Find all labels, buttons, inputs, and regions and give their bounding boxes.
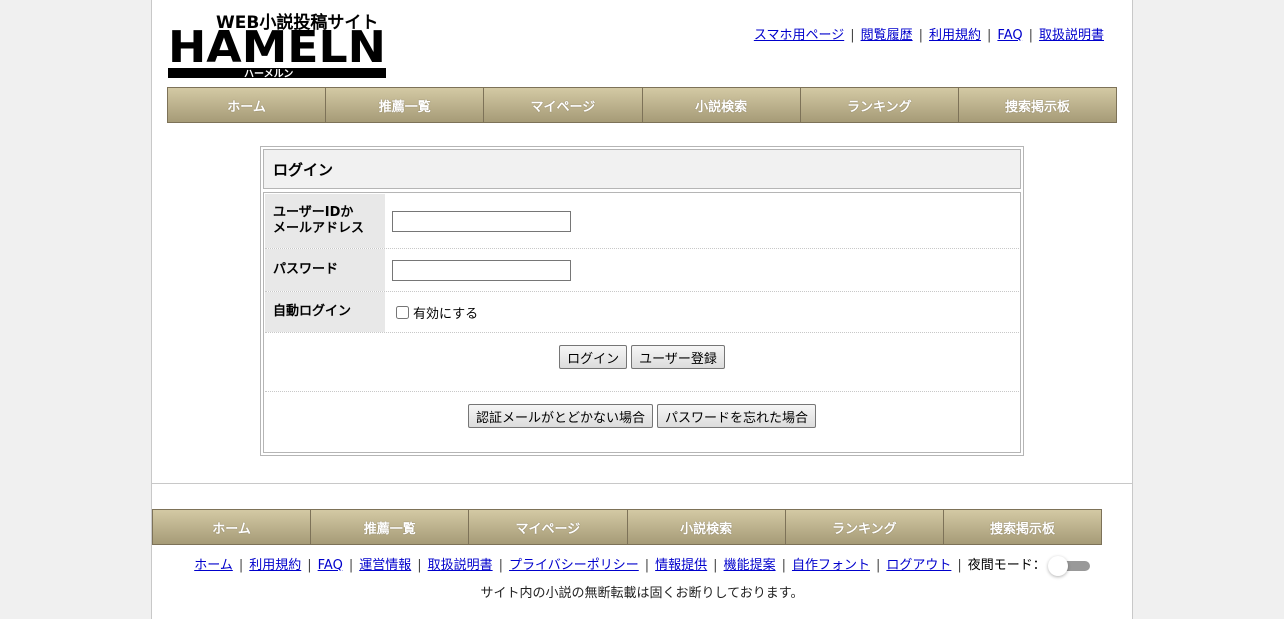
- footer-nav-mypage[interactable]: マイページ: [469, 510, 628, 544]
- main-nav-top: ホーム 推薦一覧 マイページ 小説検索 ランキング 捜索掲示板: [167, 87, 1117, 123]
- login-panel: ログイン ユーザーIDか メールアドレス パスワード 自動ログイン 有効にする …: [260, 146, 1024, 456]
- footer-link-manual[interactable]: 取扱説明書: [428, 558, 493, 573]
- footer-link-operations[interactable]: 運営情報: [359, 558, 411, 573]
- auto-login-row: 自動ログイン 有効にする: [265, 292, 1019, 333]
- nav-search-board[interactable]: 捜索掲示板: [958, 88, 1117, 122]
- nav-mypage[interactable]: マイページ: [484, 88, 643, 122]
- top-link-terms[interactable]: 利用規約: [929, 28, 981, 43]
- footer-nav-recommendations[interactable]: 推薦一覧: [311, 510, 470, 544]
- help-buttons-row: 認証メールがとどかない場合 パスワードを忘れた場合: [265, 392, 1019, 451]
- nav-ranking[interactable]: ランキング: [800, 88, 959, 122]
- top-link-history[interactable]: 閲覧履歴: [861, 28, 913, 43]
- footer-link-home[interactable]: ホーム: [194, 558, 233, 573]
- copyright-notice: サイト内の小説の無断転載は固くお断りしております。: [480, 586, 804, 601]
- footer-link-privacy[interactable]: プライバシーポリシー: [509, 558, 639, 573]
- no-auth-mail-button[interactable]: 認証メールがとどかない場合: [467, 404, 653, 428]
- footer-link-info[interactable]: 情報提供: [655, 558, 707, 573]
- forgot-password-button[interactable]: パスワードを忘れた場合: [657, 404, 817, 428]
- night-mode-toggle[interactable]: [1047, 555, 1090, 576]
- footer-link-logout[interactable]: ログアウト: [886, 558, 951, 573]
- svg-text:ハーメルン: ハーメルン: [244, 68, 293, 80]
- footer-nav-novel-search[interactable]: 小説検索: [627, 510, 786, 544]
- toggle-knob: [1047, 555, 1068, 576]
- footer-nav-ranking[interactable]: ランキング: [785, 510, 944, 544]
- page-container: WEB小説投稿サイト HAMELN ハーメルン スマホ用ページ | 閲覧履歴 | 利用規…: [151, 0, 1133, 619]
- register-button[interactable]: ユーザー登録: [631, 345, 725, 369]
- auto-login-checkbox[interactable]: [396, 305, 409, 319]
- top-link-faq[interactable]: FAQ: [997, 28, 1022, 43]
- footer-link-faq[interactable]: FAQ: [318, 558, 343, 573]
- password-row: パスワード: [265, 249, 1019, 292]
- footer-nav-search-board[interactable]: 捜索掲示板: [943, 510, 1102, 544]
- nav-novel-search[interactable]: 小説検索: [642, 88, 801, 122]
- login-form: ユーザーIDか メールアドレス パスワード 自動ログイン 有効にする ログイン …: [263, 192, 1021, 453]
- footer-nav-home[interactable]: ホーム: [153, 510, 312, 544]
- user-id-label: ユーザーIDか メールアドレス: [265, 194, 385, 248]
- password-input[interactable]: [392, 259, 571, 281]
- svg-text:HAMELN: HAMELN: [168, 22, 386, 73]
- login-buttons-row: ログイン ユーザー登録: [265, 333, 1019, 392]
- top-links: スマホ用ページ | 閲覧履歴 | 利用規約 | FAQ | 取扱説明書: [753, 28, 1104, 43]
- footer-link-custom-font[interactable]: 自作フォント: [792, 558, 870, 573]
- auto-login-label: 自動ログイン: [265, 292, 385, 332]
- login-button[interactable]: ログイン: [559, 345, 628, 369]
- night-mode-label: 夜間モード：: [967, 558, 1046, 573]
- main-nav-bottom: ホーム 推薦一覧 マイページ 小説検索 ランキング 捜索掲示板: [152, 509, 1102, 545]
- logo-graphic: WEB小説投稿サイト HAMELN ハーメルン: [168, 12, 386, 80]
- user-id-input[interactable]: [392, 210, 571, 232]
- login-title: ログイン: [263, 149, 1021, 189]
- top-link-smartphone[interactable]: スマホ用ページ: [754, 28, 844, 43]
- top-link-manual[interactable]: 取扱説明書: [1039, 28, 1104, 43]
- content-divider: [152, 483, 1132, 484]
- auto-login-checkbox-label[interactable]: 有効にする: [413, 303, 478, 322]
- footer-link-terms[interactable]: 利用規約: [249, 558, 301, 573]
- nav-home[interactable]: ホーム: [168, 88, 327, 122]
- footer-link-feature-request[interactable]: 機能提案: [724, 558, 776, 573]
- password-label: パスワード: [265, 249, 385, 291]
- nav-recommendations[interactable]: 推薦一覧: [326, 88, 485, 122]
- footer-links: ホーム | 利用規約 | FAQ | 運営情報 | 取扱説明書 | プライバシーポリシー | 情報提供 |…: [152, 554, 1132, 576]
- hameln-logo[interactable]: WEB小説投稿サイト HAMELN ハーメルン: [168, 10, 388, 80]
- user-id-row: ユーザーIDか メールアドレス: [265, 194, 1019, 249]
